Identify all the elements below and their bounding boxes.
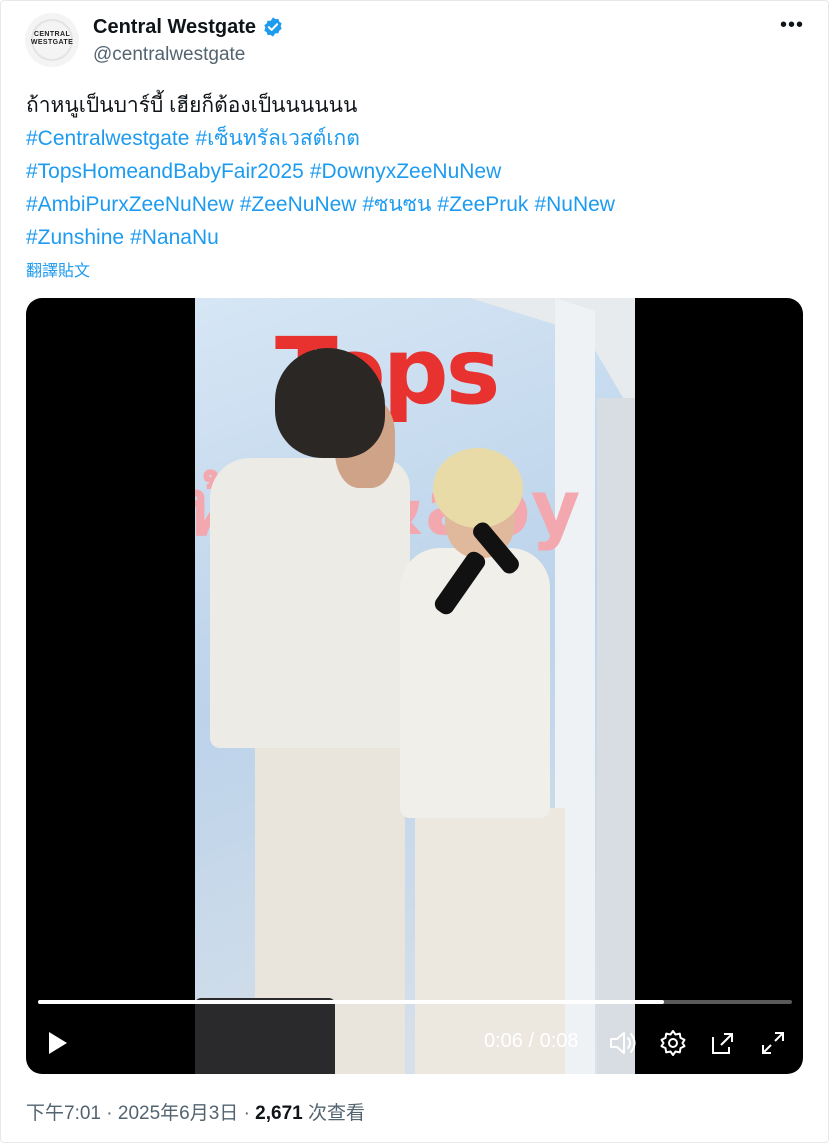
hashtag-line-2: #TopsHomeandBabyFair2025 #DownyxZeeNuNew xyxy=(26,155,806,188)
tweet-time[interactable]: 下午7:01 xyxy=(26,1103,101,1124)
author-name-row: Central Westgate xyxy=(93,15,284,39)
hashtag-line-1: #Centralwestgate #เซ็นทรัลเวสต์เกต xyxy=(26,122,806,155)
tweet-meta: 下午7:01 · 2025年6月3日 · 2,671 次查看 xyxy=(26,1098,365,1125)
stage-speaker xyxy=(195,998,335,1074)
popout-icon xyxy=(712,1033,733,1054)
person-right-jacket xyxy=(400,548,550,818)
hashtag-link[interactable]: #TopsHomeandBabyFair2025 xyxy=(26,160,304,183)
fullscreen-icon xyxy=(762,1032,784,1054)
video-duration: 0:08 xyxy=(539,1030,579,1052)
avatar-logo: CENTRAL WESTGATE xyxy=(25,31,79,47)
tweet-card: CENTRAL WESTGATE Central Westgate @centr… xyxy=(0,0,829,1143)
hashtag-link[interactable]: #AmbiPurxZeeNuNew xyxy=(26,193,234,216)
hashtag-link[interactable]: #Centralwestgate xyxy=(26,127,189,150)
person-left-jacket xyxy=(210,458,410,748)
video-time-separator: / xyxy=(528,1030,535,1052)
views-count: 2,671 xyxy=(255,1103,303,1124)
more-horizontal-icon: ••• xyxy=(779,14,804,36)
hashtag-link[interactable]: #เซ็นทรัลเวสต์เกต xyxy=(195,127,359,150)
views-label: 次查看 xyxy=(308,1103,366,1124)
volume-button[interactable] xyxy=(608,1028,640,1058)
person-left-hair xyxy=(275,348,385,458)
tweet-text-line: ถ้าหนูเป็นบาร์บี้ เฮียก็ต้องเป็นนนนนน xyxy=(26,94,358,117)
avatar-logo-line2: WESTGATE xyxy=(30,39,74,46)
backdrop-panel xyxy=(597,398,635,1074)
video-frame: Tops ห้อ e&aby xyxy=(195,298,635,1074)
hashtag-line-4: #Zunshine #NanaNu xyxy=(26,221,806,254)
avatar-logo-line1: CENTRAL xyxy=(33,31,71,38)
video-progress-fill xyxy=(38,1000,664,1004)
settings-button[interactable] xyxy=(658,1028,688,1058)
meta-separator: · xyxy=(243,1103,250,1124)
video-time-display: 0:06 / 0:08 xyxy=(484,1030,579,1053)
popout-button[interactable] xyxy=(708,1028,738,1058)
person-right-hair xyxy=(433,448,523,528)
fullscreen-button[interactable] xyxy=(758,1028,788,1058)
settings-icon xyxy=(660,1030,686,1056)
meta-separator: · xyxy=(106,1103,113,1124)
video-player[interactable]: Tops ห้อ e&aby 0:06 / 0:08 xyxy=(26,298,803,1074)
hashtag-link[interactable]: #ZeePruk xyxy=(437,193,528,216)
hashtag-link[interactable]: #DownyxZeeNuNew xyxy=(310,160,501,183)
hashtag-link[interactable]: #NanaNu xyxy=(130,226,219,249)
video-current-time: 0:06 xyxy=(484,1030,523,1052)
translate-post-link[interactable]: 翻譯貼文 xyxy=(26,257,90,281)
hashtag-link[interactable]: #NuNew xyxy=(534,193,615,216)
play-button[interactable] xyxy=(42,1028,72,1058)
play-icon xyxy=(49,1032,67,1054)
hashtag-link[interactable]: #ซนซน xyxy=(362,193,431,216)
more-options-button[interactable]: ••• xyxy=(777,15,807,39)
tweet-text: ถ้าหนูเป็นบาร์บี้ เฮียก็ต้องเป็นนนนนน #C… xyxy=(26,89,806,254)
volume-icon xyxy=(610,1032,636,1054)
author-handle[interactable]: @centralwestgate xyxy=(93,44,245,66)
verified-badge-icon xyxy=(264,17,282,37)
hashtag-link[interactable]: #ZeeNuNew xyxy=(240,193,357,216)
avatar[interactable]: CENTRAL WESTGATE xyxy=(25,13,79,67)
hashtag-link[interactable]: #Zunshine xyxy=(26,226,124,249)
tweet-date[interactable]: 2025年6月3日 xyxy=(118,1103,238,1124)
video-progress-bar[interactable] xyxy=(38,1000,792,1004)
hashtag-line-3: #AmbiPurxZeeNuNew #ZeeNuNew #ซนซน #ZeePruk #… xyxy=(26,188,806,221)
author-display-name[interactable]: Central Westgate xyxy=(93,16,256,39)
